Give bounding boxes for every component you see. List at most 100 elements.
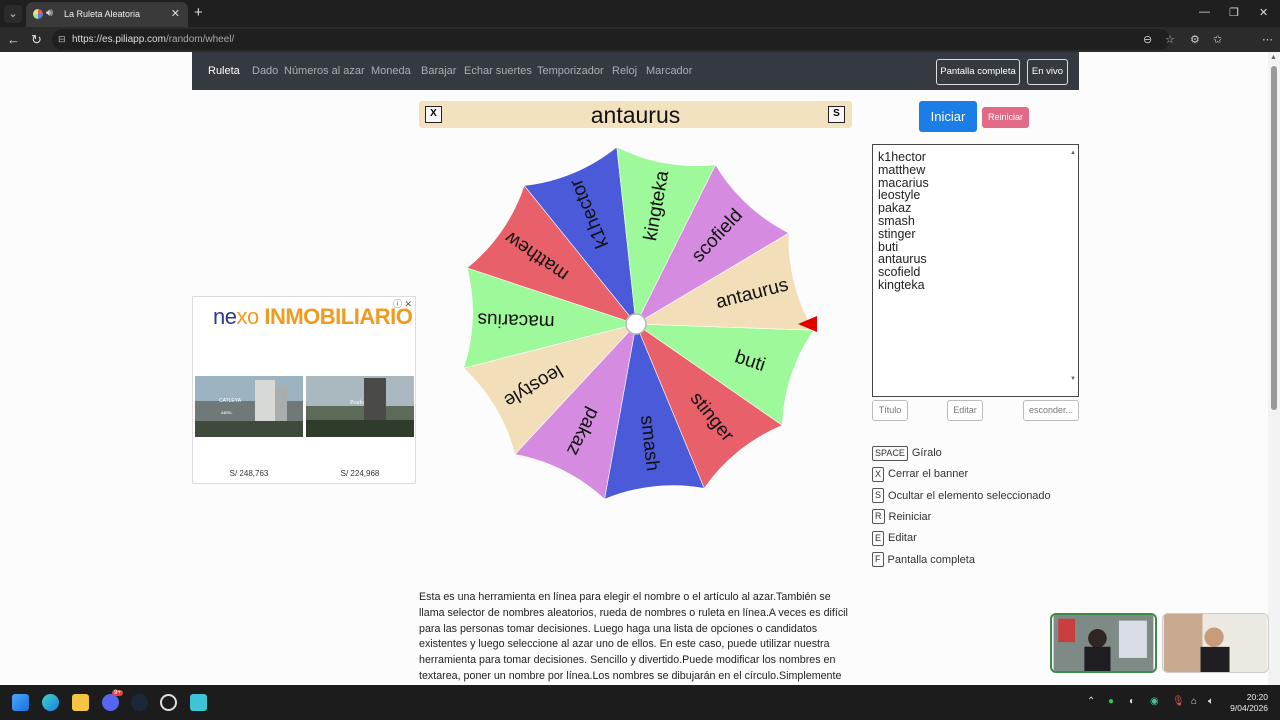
nav-ruleta[interactable]: Ruleta — [208, 65, 240, 77]
shortcut-key: X — [872, 466, 885, 482]
close-window-icon[interactable]: ✕ — [1259, 6, 1268, 19]
minimize-icon[interactable]: — — [1199, 6, 1210, 18]
system-clock[interactable]: 20:20 9/04/2026 — [1224, 692, 1268, 714]
ad-logo-xo: xo — [236, 304, 259, 329]
ad-info-close-icon[interactable]: ⓘ ✕ — [393, 297, 412, 310]
shortcut-key: R — [872, 509, 885, 525]
shortcut-label: Gíralo — [911, 447, 942, 459]
roulette-wheel[interactable]: butistingersmashpakazleostylemacariusmat… — [455, 143, 817, 505]
names-list-line: k1hector — [878, 150, 926, 164]
page-scrollbar[interactable]: ▲ — [1268, 52, 1280, 685]
shortcut-row: R Reiniciar — [872, 509, 931, 525]
speaker-icon[interactable]: 🔊︎ — [46, 7, 53, 20]
favicon-icon — [33, 9, 43, 19]
names-list-line: kingteka — [878, 277, 925, 292]
tray-app-icon[interactable]: ◉ — [1150, 696, 1159, 707]
discord-icon[interactable] — [102, 694, 119, 711]
names-textarea[interactable]: k1hector matthew macarius leostyle pakaz smas… — [872, 144, 1079, 397]
shortcut-label: Editar — [888, 532, 917, 545]
back-icon[interactable]: ← — [7, 32, 20, 47]
webcam-overlay-2 — [1162, 613, 1269, 673]
address-bar-row: ← ↻ ⊟ https://es.piliapp.com/random/whee… — [0, 27, 1280, 75]
scroll-up-arrow-icon[interactable]: ▲ — [1270, 54, 1277, 61]
close-banner-key[interactable]: X — [425, 106, 442, 123]
hide-button[interactable]: esconder... — [1023, 400, 1079, 421]
nav-marcador[interactable]: Marcador — [646, 65, 692, 77]
shortcut-key: E — [872, 530, 885, 546]
nav-barajar[interactable]: Barajar — [421, 65, 456, 77]
windows-taskbar: 9+ ⌃ ● ◐ ◉ 🎙︎ ⌂ 🔈︎ 20:20 9/04/2026 — [0, 685, 1280, 720]
edge-icon[interactable] — [42, 694, 59, 711]
ad-project-2: Prado — [350, 400, 364, 406]
url-path: /random/wheel/ — [165, 34, 235, 45]
clock-date: 9/04/2026 — [1230, 703, 1268, 713]
shortcut-label: Pantalla completa — [887, 553, 975, 566]
file-explorer-icon[interactable] — [72, 694, 89, 711]
shortcut-row: E Editar — [872, 530, 917, 546]
extensions-icon[interactable]: ⚙ — [1190, 33, 1200, 46]
selected-name: antaurus — [590, 102, 681, 128]
shortcut-row: S Ocultar el elemento seleccionado — [872, 488, 1051, 504]
tray-steam-icon[interactable]: ◐ — [1129, 696, 1135, 707]
nav-moneda[interactable]: Moneda — [371, 65, 411, 77]
fullscreen-button[interactable]: Pantalla completa — [936, 59, 1020, 85]
browser-tab-bar: ⌄ 🔊︎ La Ruleta Aleatoria ✕ + — ❐ ✕ — [0, 0, 1280, 27]
live-button[interactable]: En vivo — [1027, 59, 1068, 85]
url-field[interactable]: ⊟ https://es.piliapp.com/random/wheel/ — [52, 29, 1170, 50]
steam-icon[interactable] — [131, 694, 148, 711]
favorites-bar-icon[interactable]: ✩ — [1213, 33, 1222, 46]
advertisement[interactable]: nexo INMOBILIARIO ⓘ ✕ CATLEYA ABRIL Prad… — [192, 296, 416, 484]
title-button[interactable]: Título — [872, 400, 908, 421]
start-button[interactable]: Iniciar — [919, 101, 977, 132]
ad-logo: nexo INMOBILIARIO — [213, 304, 413, 330]
scrollbar-thumb[interactable] — [1271, 66, 1277, 410]
nav-temporizador[interactable]: Temporizador — [537, 65, 604, 77]
edit-button[interactable]: Editar — [947, 400, 983, 421]
favorite-star-icon[interactable]: ☆ — [1165, 33, 1175, 46]
nav-reloj[interactable]: Reloj — [612, 65, 637, 77]
clock-time: 20:20 — [1246, 692, 1268, 702]
nav-dado[interactable]: Dado — [252, 65, 278, 77]
read-mode-icon[interactable]: ⊖ — [1143, 33, 1152, 46]
tray-volume-icon[interactable]: 🔈︎ — [1208, 696, 1214, 707]
hide-selected-key[interactable]: S — [828, 106, 845, 123]
ad-project-1-sub: ABRIL — [221, 410, 233, 415]
tab-title: La Ruleta Aleatoria — [64, 9, 141, 19]
ad-price-1: S/ 248,763 — [229, 469, 269, 478]
tray-chevron-icon[interactable]: ⌃ — [1087, 696, 1095, 707]
browser-tab[interactable]: 🔊︎ La Ruleta Aleatoria ✕ — [26, 2, 188, 27]
notepad-icon[interactable] — [190, 694, 207, 711]
tray-network-icon[interactable]: ⌂ — [1191, 696, 1197, 707]
shortcut-key: F — [872, 552, 884, 568]
tab-list-dropdown-icon[interactable]: ⌄ — [4, 5, 22, 23]
tray-mic-icon[interactable]: 🎙︎ — [1172, 696, 1185, 707]
shortcut-label: Reiniciar — [888, 510, 932, 523]
nav-echar-suertes[interactable]: Echar suertes — [464, 65, 532, 77]
new-tab-icon[interactable]: + — [194, 4, 203, 21]
obs-icon[interactable] — [160, 694, 177, 711]
site-info-icon[interactable]: ⊟ — [58, 29, 66, 50]
shortcut-row: F Pantalla completa — [872, 552, 975, 568]
maximize-icon[interactable]: ❐ — [1229, 6, 1239, 19]
ad-logo-ne: ne — [213, 304, 237, 329]
ad-price-2: S/ 224,968 — [340, 469, 380, 478]
ad-project-1: CATLEYA — [219, 398, 242, 404]
reset-button[interactable]: Reiniciar — [982, 107, 1029, 128]
webcam-overlay-1 — [1050, 613, 1157, 673]
reload-icon[interactable]: ↻ — [31, 32, 42, 48]
start-icon[interactable] — [12, 694, 29, 711]
ad-image-2[interactable]: Prado — [306, 376, 414, 437]
shortcut-key: SPACE — [872, 445, 908, 461]
selected-banner: antaurus X S — [419, 101, 852, 128]
menu-icon[interactable]: ⋯ — [1262, 33, 1273, 46]
description-text: Esta es una herramienta en línea para el… — [419, 591, 848, 682]
nav-numeros[interactable]: Números al azar — [284, 65, 365, 77]
names-list-line: matthew — [878, 162, 926, 177]
names-list: k1hector matthew macarius leostyle pakaz smas… — [878, 151, 1073, 292]
scroll-down-icon[interactable]: ▼ — [1070, 373, 1076, 386]
tray-status-icon[interactable]: ● — [1108, 696, 1114, 707]
ad-image-1[interactable]: CATLEYA ABRIL — [195, 376, 303, 437]
scroll-up-icon[interactable]: ▲ — [1070, 147, 1076, 160]
close-tab-icon[interactable]: ✕ — [171, 7, 180, 20]
shortcut-label: Cerrar el banner — [888, 468, 969, 481]
